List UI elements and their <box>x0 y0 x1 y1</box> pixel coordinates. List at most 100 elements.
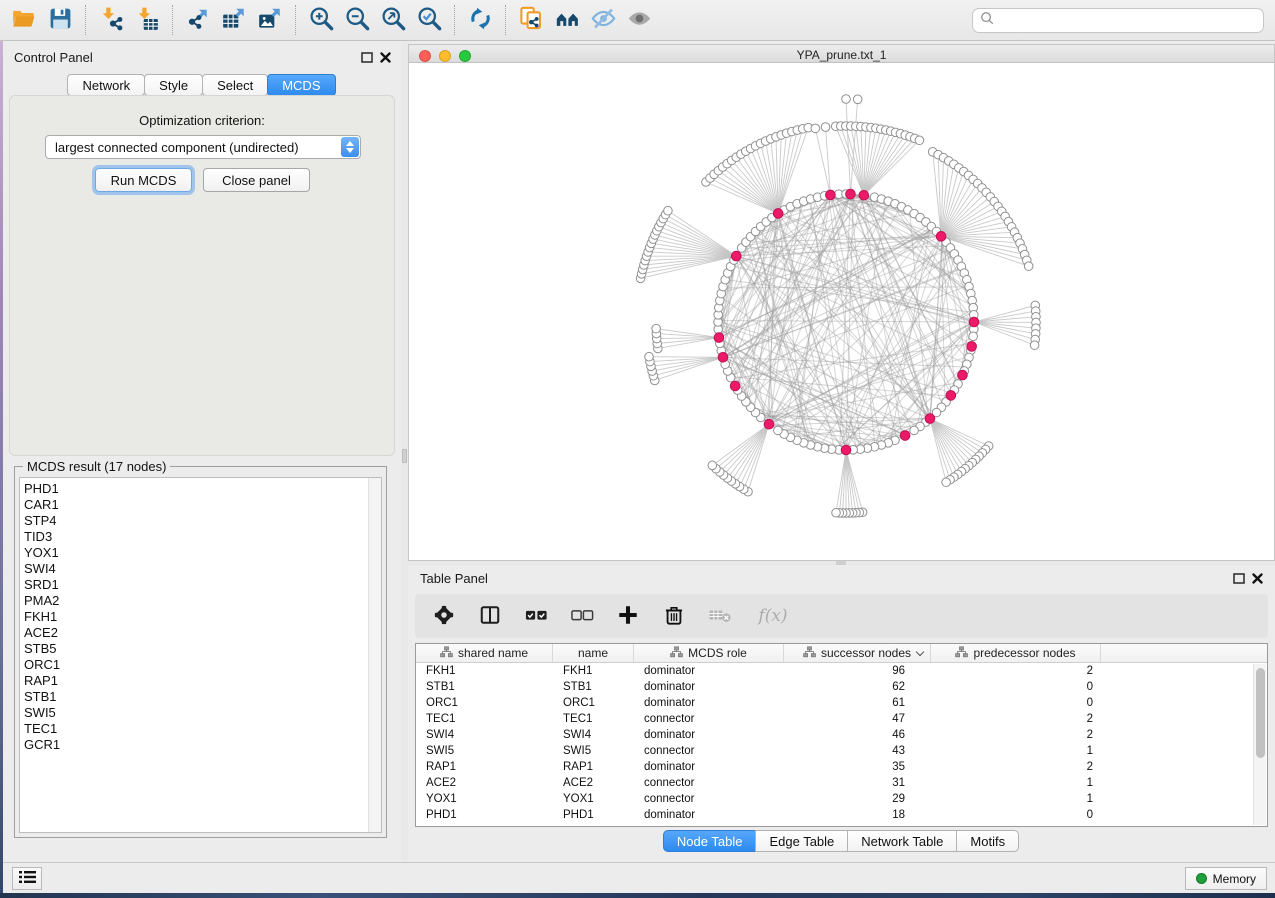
mcds-node[interactable] <box>841 445 851 455</box>
list-item[interactable]: YOX1 <box>24 545 365 561</box>
cell-name[interactable]: ACE2 <box>553 775 634 791</box>
cell-successor_nodes[interactable]: 47 <box>784 711 931 727</box>
zoom-out-button[interactable] <box>339 3 375 37</box>
cell-successor_nodes[interactable]: 18 <box>784 807 931 823</box>
run-mcds-button[interactable]: Run MCDS <box>95 168 192 192</box>
cell-successor_nodes[interactable]: 29 <box>784 791 931 807</box>
cell-shared_name[interactable]: ACE2 <box>416 775 553 791</box>
cell-name[interactable]: FKH1 <box>553 663 634 679</box>
list-item[interactable]: SWI4 <box>24 561 365 577</box>
list-item[interactable]: STB1 <box>24 689 365 705</box>
cell-predecessor_nodes[interactable]: 0 <box>931 695 1101 711</box>
mcds-node[interactable] <box>718 352 728 362</box>
select-all-button[interactable] <box>521 601 551 631</box>
scrollbar-thumb[interactable] <box>1256 668 1265 758</box>
mcds-list-scrollbar[interactable] <box>368 478 381 832</box>
cell-name[interactable]: SWI4 <box>553 727 634 743</box>
vertical-splitter[interactable] <box>401 41 408 862</box>
cell-mcds_role[interactable]: connector <box>634 775 784 791</box>
column-header-predecessor_nodes[interactable]: predecessor nodes <box>931 644 1101 662</box>
delete-table-button[interactable] <box>705 601 735 631</box>
cell-predecessor_nodes[interactable]: 0 <box>931 807 1101 823</box>
mcds-node[interactable] <box>730 381 740 391</box>
list-item[interactable]: SWI5 <box>24 705 365 721</box>
cell-name[interactable]: STB1 <box>553 679 634 695</box>
cell-predecessor_nodes[interactable]: 2 <box>931 759 1101 775</box>
table-row[interactable]: TEC1TEC1connector472 <box>416 711 1267 727</box>
float-panel-icon[interactable] <box>1233 571 1245 589</box>
task-history-button[interactable] <box>12 867 42 890</box>
cell-shared_name[interactable]: STB1 <box>416 679 553 695</box>
cell-successor_nodes[interactable]: 35 <box>784 759 931 775</box>
table-row[interactable]: SWI4SWI4dominator462 <box>416 727 1267 743</box>
cell-mcds_role[interactable]: dominator <box>634 695 784 711</box>
list-item[interactable]: FKH1 <box>24 609 365 625</box>
search-input[interactable] <box>995 14 1256 28</box>
first-neighbors-button[interactable] <box>549 3 585 37</box>
list-item[interactable]: RAP1 <box>24 673 365 689</box>
cell-successor_nodes[interactable]: 43 <box>784 743 931 759</box>
save-session-button[interactable] <box>42 3 78 37</box>
cell-successor_nodes[interactable]: 62 <box>784 679 931 695</box>
close-panel-icon[interactable] <box>1252 571 1263 589</box>
list-item[interactable]: SRD1 <box>24 577 365 593</box>
mcds-node[interactable] <box>936 232 946 242</box>
list-item[interactable]: STP4 <box>24 513 365 529</box>
zoom-in-button[interactable] <box>303 3 339 37</box>
mcds-node[interactable] <box>714 333 724 343</box>
mcds-node[interactable] <box>969 317 979 327</box>
cell-shared_name[interactable]: FKH1 <box>416 663 553 679</box>
float-panel-icon[interactable] <box>361 50 373 68</box>
show-columns-button[interactable] <box>475 601 505 631</box>
table-options-button[interactable] <box>429 601 459 631</box>
import-network-button[interactable] <box>93 3 129 37</box>
cell-predecessor_nodes[interactable]: 2 <box>931 663 1101 679</box>
cell-successor_nodes[interactable]: 61 <box>784 695 931 711</box>
list-item[interactable]: PHD1 <box>24 481 365 497</box>
cell-mcds_role[interactable]: dominator <box>634 663 784 679</box>
open-file-button[interactable] <box>6 3 42 37</box>
list-item[interactable]: TID3 <box>24 529 365 545</box>
export-network-button[interactable] <box>180 3 216 37</box>
close-panel-button[interactable]: Close panel <box>203 168 310 192</box>
cell-predecessor_nodes[interactable]: 2 <box>931 727 1101 743</box>
cell-name[interactable]: ORC1 <box>553 695 634 711</box>
column-header-mcds_role[interactable]: MCDS role <box>634 644 784 662</box>
tab-node-table[interactable]: Node Table <box>663 830 757 852</box>
cell-mcds_role[interactable]: dominator <box>634 727 784 743</box>
cell-shared_name[interactable]: SWI5 <box>416 743 553 759</box>
list-item[interactable]: GCR1 <box>24 737 365 753</box>
cell-predecessor_nodes[interactable]: 1 <box>931 775 1101 791</box>
cell-successor_nodes[interactable]: 31 <box>784 775 931 791</box>
network-view-canvas[interactable] <box>409 63 1274 559</box>
cell-predecessor_nodes[interactable]: 1 <box>931 743 1101 759</box>
memory-button[interactable]: Memory <box>1185 867 1267 890</box>
deselect-all-button[interactable] <box>567 601 597 631</box>
new-network-from-selection-button[interactable] <box>513 3 549 37</box>
list-item[interactable]: PMA2 <box>24 593 365 609</box>
mcds-node[interactable] <box>764 419 774 429</box>
cell-mcds_role[interactable]: connector <box>634 711 784 727</box>
list-item[interactable]: STB5 <box>24 641 365 657</box>
mcds-node[interactable] <box>946 391 956 401</box>
function-builder-button[interactable]: f(x) <box>751 601 795 631</box>
tab-network-table[interactable]: Network Table <box>847 830 957 852</box>
tab-motifs[interactable]: Motifs <box>956 830 1019 852</box>
cell-name[interactable]: RAP1 <box>553 759 634 775</box>
cell-successor_nodes[interactable]: 96 <box>784 663 931 679</box>
cell-shared_name[interactable]: ORC1 <box>416 695 553 711</box>
mcds-node[interactable] <box>859 190 869 200</box>
cell-name[interactable]: PHD1 <box>553 807 634 823</box>
cell-name[interactable]: SWI5 <box>553 743 634 759</box>
import-table-button[interactable] <box>129 3 165 37</box>
cell-predecessor_nodes[interactable]: 1 <box>931 791 1101 807</box>
search-box[interactable] <box>972 8 1264 33</box>
splitter-grip[interactable] <box>402 449 407 463</box>
mcds-node[interactable] <box>925 414 935 424</box>
hide-selected-button[interactable] <box>585 3 621 37</box>
cell-mcds_role[interactable]: dominator <box>634 807 784 823</box>
table-scrollbar[interactable] <box>1253 664 1266 825</box>
table-row[interactable]: ACE2ACE2connector311 <box>416 775 1267 791</box>
export-image-button[interactable] <box>252 3 288 37</box>
show-all-button[interactable] <box>621 3 657 37</box>
